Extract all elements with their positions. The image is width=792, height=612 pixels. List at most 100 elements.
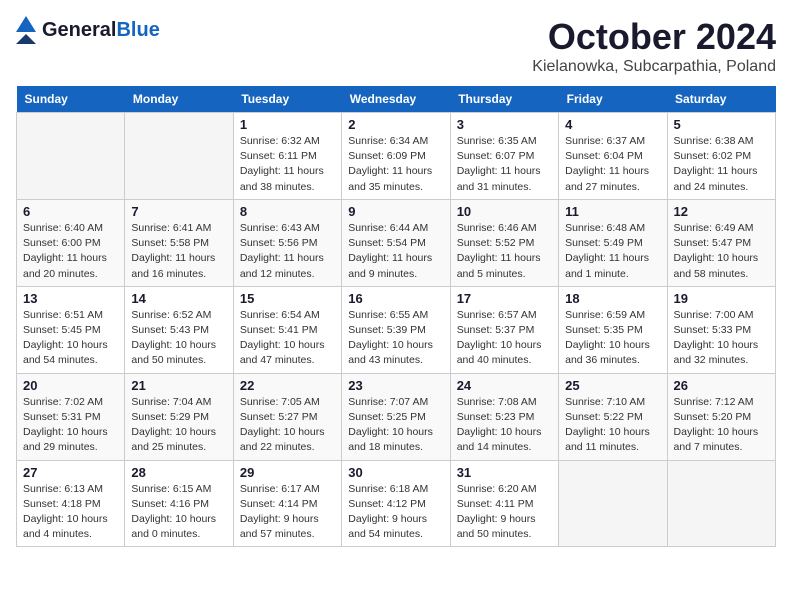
day-number: 24 <box>457 378 552 393</box>
day-info: Sunrise: 6:17 AM Sunset: 4:14 PM Dayligh… <box>240 482 335 543</box>
day-info: Sunrise: 7:04 AM Sunset: 5:29 PM Dayligh… <box>131 395 226 456</box>
day-info: Sunrise: 6:15 AM Sunset: 4:16 PM Dayligh… <box>131 482 226 543</box>
calendar-day-cell: 14 Sunrise: 6:52 AM Sunset: 5:43 PM Dayli… <box>125 286 233 373</box>
calendar-table: SundayMondayTuesdayWednesdayThursdayFrid… <box>16 86 776 547</box>
day-info: Sunrise: 6:18 AM Sunset: 4:12 PM Dayligh… <box>348 482 443 543</box>
day-info: Sunrise: 6:13 AM Sunset: 4:18 PM Dayligh… <box>23 482 118 543</box>
day-number: 6 <box>23 204 118 219</box>
calendar-day-cell: 28 Sunrise: 6:15 AM Sunset: 4:16 PM Dayli… <box>125 460 233 547</box>
day-info: Sunrise: 6:59 AM Sunset: 5:35 PM Dayligh… <box>565 308 660 369</box>
page-header: GeneralBlue October 2024 Kielanowka, Sub… <box>16 16 776 76</box>
day-info: Sunrise: 6:37 AM Sunset: 6:04 PM Dayligh… <box>565 134 660 195</box>
calendar-day-cell: 5 Sunrise: 6:38 AM Sunset: 6:02 PM Daylig… <box>667 113 775 200</box>
day-number: 5 <box>674 117 769 132</box>
calendar-day-cell: 17 Sunrise: 6:57 AM Sunset: 5:37 PM Dayli… <box>450 286 558 373</box>
calendar-day-header: Wednesday <box>342 86 450 113</box>
calendar-day-header: Monday <box>125 86 233 113</box>
location-title: Kielanowka, Subcarpathia, Poland <box>532 58 776 76</box>
day-info: Sunrise: 6:51 AM Sunset: 5:45 PM Dayligh… <box>23 308 118 369</box>
calendar-day-cell: 26 Sunrise: 7:12 AM Sunset: 5:20 PM Dayli… <box>667 373 775 460</box>
calendar-day-cell: 10Sunrise: 6:46 AM Sunset: 5:52 PM Dayli… <box>450 199 558 286</box>
day-info: Sunrise: 6:48 AM Sunset: 5:49 PM Dayligh… <box>565 221 660 282</box>
day-info: Sunrise: 6:35 AM Sunset: 6:07 PM Dayligh… <box>457 134 552 195</box>
day-number: 31 <box>457 465 552 480</box>
day-info: Sunrise: 7:05 AM Sunset: 5:27 PM Dayligh… <box>240 395 335 456</box>
day-info: Sunrise: 6:52 AM Sunset: 5:43 PM Dayligh… <box>131 308 226 369</box>
calendar-day-cell: 18 Sunrise: 6:59 AM Sunset: 5:35 PM Dayli… <box>559 286 667 373</box>
calendar-day-header: Saturday <box>667 86 775 113</box>
calendar-day-cell <box>17 113 125 200</box>
day-info: Sunrise: 6:57 AM Sunset: 5:37 PM Dayligh… <box>457 308 552 369</box>
calendar-day-cell: 2 Sunrise: 6:34 AM Sunset: 6:09 PM Daylig… <box>342 113 450 200</box>
day-number: 19 <box>674 291 769 306</box>
calendar-day-header: Friday <box>559 86 667 113</box>
calendar-day-cell: 4 Sunrise: 6:37 AM Sunset: 6:04 PM Daylig… <box>559 113 667 200</box>
calendar-day-cell: 31 Sunrise: 6:20 AM Sunset: 4:11 PM Dayli… <box>450 460 558 547</box>
day-info: Sunrise: 6:49 AM Sunset: 5:47 PM Dayligh… <box>674 221 769 282</box>
calendar-day-cell: 16 Sunrise: 6:55 AM Sunset: 5:39 PM Dayli… <box>342 286 450 373</box>
day-number: 10 <box>457 204 552 219</box>
day-number: 3 <box>457 117 552 132</box>
calendar-day-cell: 29 Sunrise: 6:17 AM Sunset: 4:14 PM Dayli… <box>233 460 341 547</box>
calendar-week-row: 13 Sunrise: 6:51 AM Sunset: 5:45 PM Dayli… <box>17 286 776 373</box>
title-section: October 2024 Kielanowka, Subcarpathia, P… <box>532 16 776 76</box>
calendar-day-cell: 30Sunrise: 6:18 AM Sunset: 4:12 PM Dayli… <box>342 460 450 547</box>
calendar-day-cell <box>559 460 667 547</box>
calendar-day-cell: 24 Sunrise: 7:08 AM Sunset: 5:23 PM Dayli… <box>450 373 558 460</box>
day-number: 22 <box>240 378 335 393</box>
calendar-week-row: 27Sunrise: 6:13 AM Sunset: 4:18 PM Dayli… <box>17 460 776 547</box>
day-number: 28 <box>131 465 226 480</box>
day-number: 11 <box>565 204 660 219</box>
day-number: 2 <box>348 117 443 132</box>
calendar-day-cell: 23Sunrise: 7:07 AM Sunset: 5:25 PM Dayli… <box>342 373 450 460</box>
day-info: Sunrise: 6:44 AM Sunset: 5:54 PM Dayligh… <box>348 221 443 282</box>
day-number: 14 <box>131 291 226 306</box>
day-info: Sunrise: 7:08 AM Sunset: 5:23 PM Dayligh… <box>457 395 552 456</box>
day-number: 20 <box>23 378 118 393</box>
calendar-day-cell: 11 Sunrise: 6:48 AM Sunset: 5:49 PM Dayli… <box>559 199 667 286</box>
day-number: 4 <box>565 117 660 132</box>
day-info: Sunrise: 7:00 AM Sunset: 5:33 PM Dayligh… <box>674 308 769 369</box>
day-number: 13 <box>23 291 118 306</box>
calendar-day-header: Sunday <box>17 86 125 113</box>
day-number: 8 <box>240 204 335 219</box>
day-number: 25 <box>565 378 660 393</box>
day-number: 16 <box>348 291 443 306</box>
day-info: Sunrise: 6:55 AM Sunset: 5:39 PM Dayligh… <box>348 308 443 369</box>
calendar-day-cell: 19 Sunrise: 7:00 AM Sunset: 5:33 PM Dayli… <box>667 286 775 373</box>
day-number: 29 <box>240 465 335 480</box>
day-number: 1 <box>240 117 335 132</box>
calendar-day-cell: 8Sunrise: 6:43 AM Sunset: 5:56 PM Daylig… <box>233 199 341 286</box>
day-info: Sunrise: 6:40 AM Sunset: 6:00 PM Dayligh… <box>23 221 118 282</box>
day-info: Sunrise: 6:41 AM Sunset: 5:58 PM Dayligh… <box>131 221 226 282</box>
day-info: Sunrise: 6:34 AM Sunset: 6:09 PM Dayligh… <box>348 134 443 195</box>
calendar-day-cell: 1Sunrise: 6:32 AM Sunset: 6:11 PM Daylig… <box>233 113 341 200</box>
calendar-day-cell: 13 Sunrise: 6:51 AM Sunset: 5:45 PM Dayli… <box>17 286 125 373</box>
calendar-day-cell <box>667 460 775 547</box>
day-info: Sunrise: 6:54 AM Sunset: 5:41 PM Dayligh… <box>240 308 335 369</box>
calendar-day-cell: 9Sunrise: 6:44 AM Sunset: 5:54 PM Daylig… <box>342 199 450 286</box>
day-number: 7 <box>131 204 226 219</box>
calendar-day-header: Tuesday <box>233 86 341 113</box>
calendar-day-cell: 25 Sunrise: 7:10 AM Sunset: 5:22 PM Dayli… <box>559 373 667 460</box>
day-info: Sunrise: 7:02 AM Sunset: 5:31 PM Dayligh… <box>23 395 118 456</box>
day-number: 17 <box>457 291 552 306</box>
day-info: Sunrise: 6:20 AM Sunset: 4:11 PM Dayligh… <box>457 482 552 543</box>
calendar-week-row: 1Sunrise: 6:32 AM Sunset: 6:11 PM Daylig… <box>17 113 776 200</box>
calendar-day-cell: 21Sunrise: 7:04 AM Sunset: 5:29 PM Dayli… <box>125 373 233 460</box>
calendar-day-cell: 7 Sunrise: 6:41 AM Sunset: 5:58 PM Daylig… <box>125 199 233 286</box>
day-info: Sunrise: 7:10 AM Sunset: 5:22 PM Dayligh… <box>565 395 660 456</box>
calendar-week-row: 20 Sunrise: 7:02 AM Sunset: 5:31 PM Dayli… <box>17 373 776 460</box>
calendar-day-cell: 3 Sunrise: 6:35 AM Sunset: 6:07 PM Daylig… <box>450 113 558 200</box>
calendar-day-cell: 12Sunrise: 6:49 AM Sunset: 5:47 PM Dayli… <box>667 199 775 286</box>
day-info: Sunrise: 6:38 AM Sunset: 6:02 PM Dayligh… <box>674 134 769 195</box>
calendar-day-cell: 6 Sunrise: 6:40 AM Sunset: 6:00 PM Daylig… <box>17 199 125 286</box>
month-title: October 2024 <box>532 16 776 58</box>
day-info: Sunrise: 7:12 AM Sunset: 5:20 PM Dayligh… <box>674 395 769 456</box>
day-number: 26 <box>674 378 769 393</box>
calendar-day-cell: 22 Sunrise: 7:05 AM Sunset: 5:27 PM Dayli… <box>233 373 341 460</box>
day-number: 18 <box>565 291 660 306</box>
calendar-day-header: Thursday <box>450 86 558 113</box>
calendar-day-cell: 27Sunrise: 6:13 AM Sunset: 4:18 PM Dayli… <box>17 460 125 547</box>
logo: GeneralBlue <box>16 16 160 44</box>
